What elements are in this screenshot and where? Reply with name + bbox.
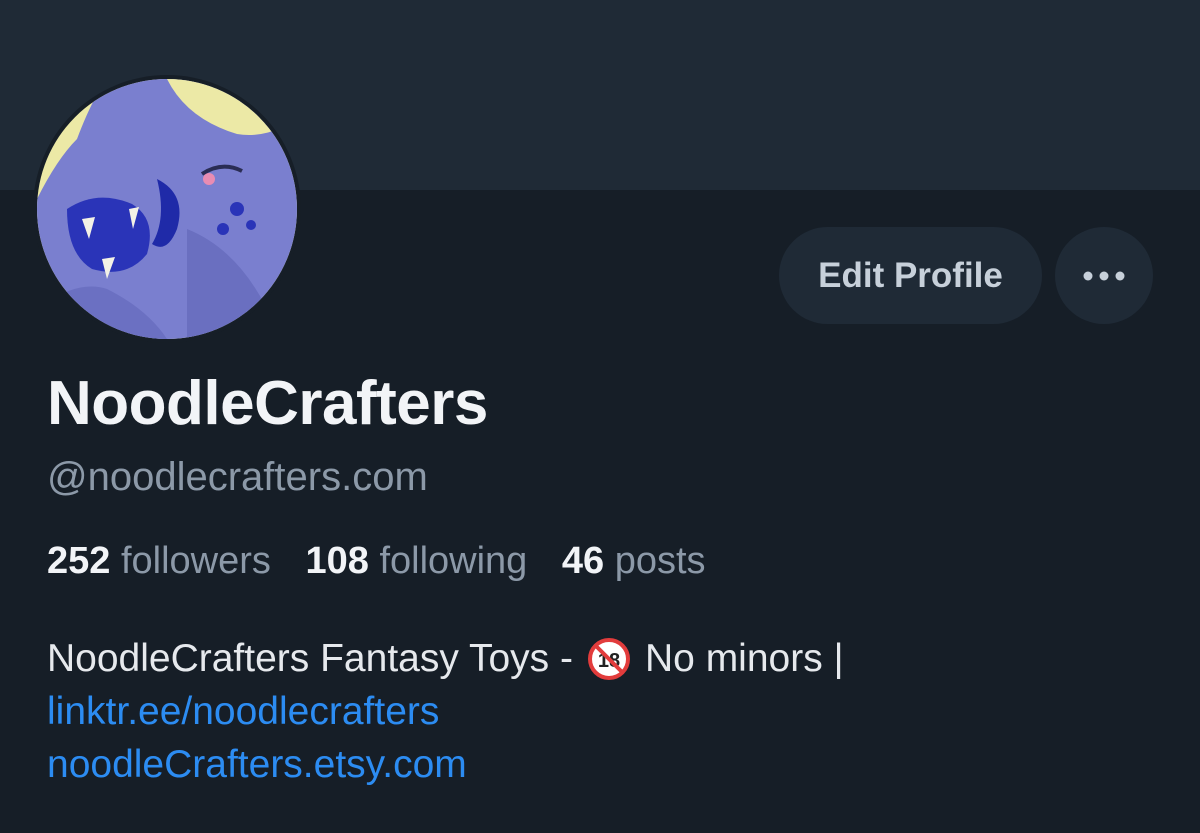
posts-label: posts: [614, 540, 706, 582]
avatar[interactable]: [33, 75, 301, 343]
bio-link-linktree[interactable]: linktr.ee/noodlecrafters: [47, 685, 844, 738]
display-name: NoodleCrafters: [47, 369, 488, 438]
following-stat[interactable]: 108 following: [305, 540, 527, 582]
profile-page: Edit Profile NoodleCrafters @noodlecraft…: [0, 0, 1200, 833]
followers-label: followers: [120, 540, 271, 582]
profile-handle[interactable]: @noodlecrafters.com: [47, 455, 428, 500]
dragon-avatar-image: [37, 79, 297, 339]
more-options-button[interactable]: [1055, 227, 1153, 324]
bio-text-after: No minors |: [645, 637, 844, 680]
following-count: 108: [305, 540, 369, 582]
followers-count: 252: [47, 540, 111, 582]
bio-link-etsy[interactable]: noodleCrafters.etsy.com: [47, 738, 844, 791]
no-one-under-18-icon: 18: [588, 637, 630, 680]
following-label: following: [379, 540, 528, 582]
profile-bio: NoodleCrafters Fantasy Toys - 18 No mino…: [47, 632, 844, 791]
bio-text-line: NoodleCrafters Fantasy Toys - 18 No mino…: [47, 632, 844, 685]
edit-profile-button[interactable]: Edit Profile: [779, 227, 1042, 324]
followers-stat[interactable]: 252 followers: [47, 540, 271, 582]
profile-stats: 252 followers 108 following 46 posts: [47, 540, 730, 583]
posts-stat: 46 posts: [562, 540, 706, 582]
bio-text-before: NoodleCrafters Fantasy Toys -: [47, 637, 573, 680]
ellipsis-icon: [1083, 271, 1125, 280]
posts-count: 46: [561, 540, 605, 582]
